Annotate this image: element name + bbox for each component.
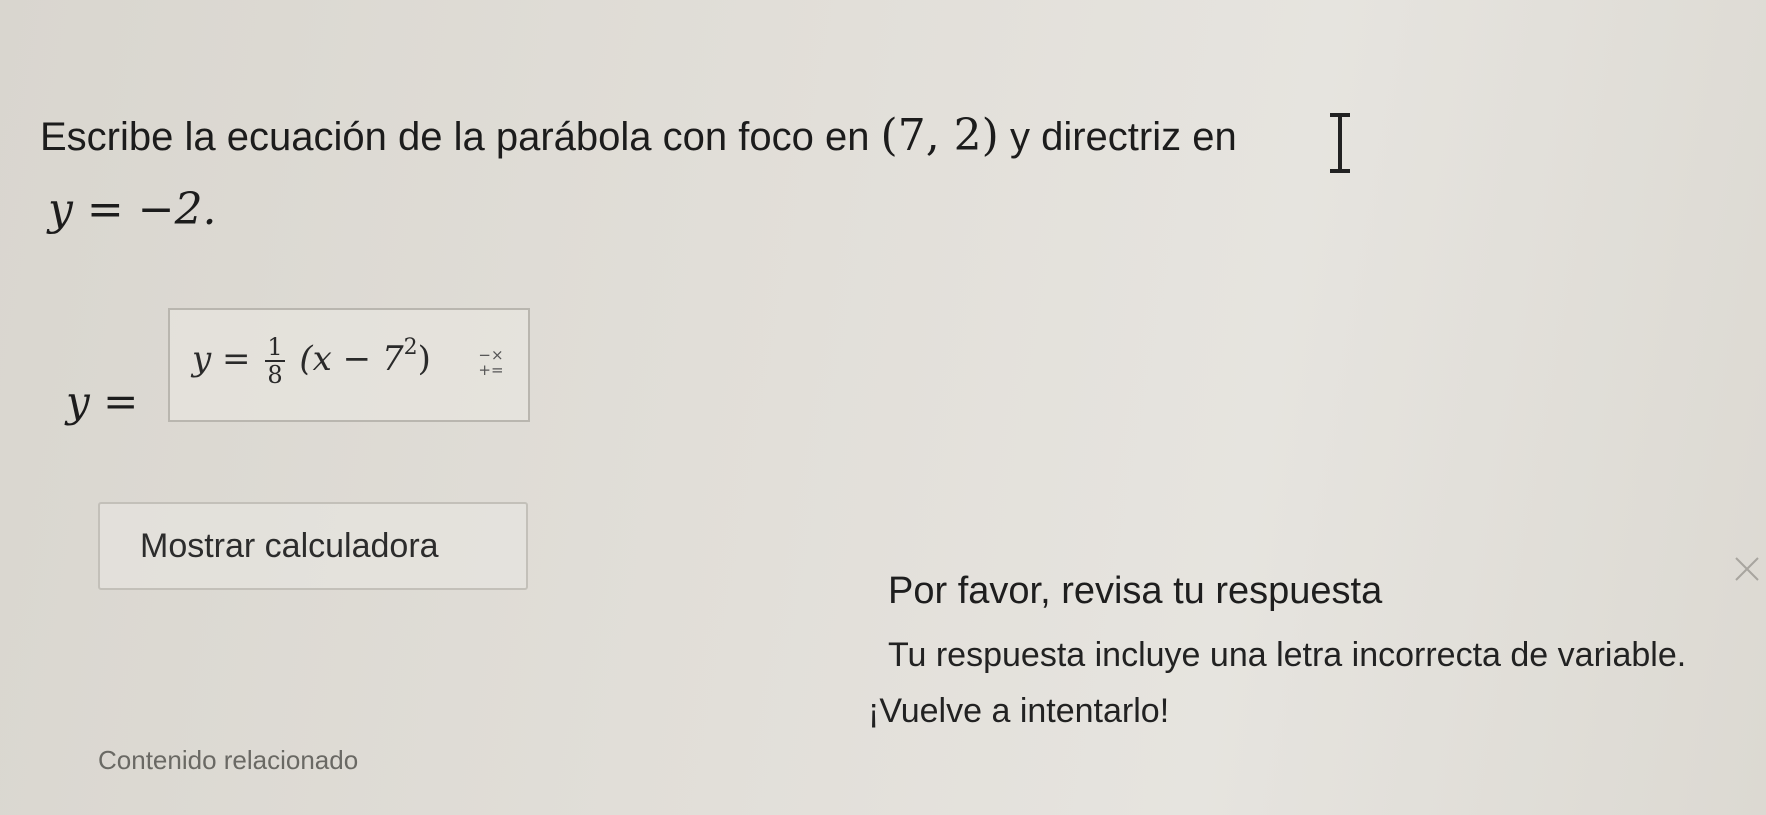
feedback-retry: ¡Vuelve a intentarlo! xyxy=(868,692,1170,730)
answer-input[interactable]: y = 1 8 (x − 72) −× += xyxy=(168,308,530,422)
show-calculator-button[interactable]: Mostrar calculadora xyxy=(98,502,528,590)
focus-point: (7, 2) xyxy=(880,110,999,161)
math-keypad-icon[interactable]: −× += xyxy=(476,348,506,384)
feedback-message: Tu respuesta incluye una letra incorrect… xyxy=(888,636,1687,674)
keypad-bottom-symbols: += xyxy=(478,361,504,379)
answer-fraction: 1 8 xyxy=(265,333,285,389)
answer-exponent: 2 xyxy=(403,335,418,360)
question-text: Escribe la ecuación de la parábola con f… xyxy=(40,112,1237,161)
fraction-numerator: 1 xyxy=(265,333,285,362)
related-content-link[interactable]: Contenido relacionado xyxy=(98,744,358,776)
answer-prefix: y = xyxy=(66,377,139,426)
question-text-before: Escribe la ecuación de la parábola con f… xyxy=(40,115,881,159)
feedback-title: Por favor, revisa tu respuesta xyxy=(888,570,1383,612)
answer-lhs: y = xyxy=(192,339,251,379)
fraction-denominator: 8 xyxy=(267,361,283,389)
text-cursor-icon xyxy=(1330,113,1350,173)
answer-expression[interactable]: y = 1 8 (x − 72) xyxy=(192,328,431,388)
answer-body: (x − 7 xyxy=(299,339,404,379)
close-icon[interactable] xyxy=(1732,554,1762,584)
question-text-after: y directriz en xyxy=(998,115,1237,159)
answer-close-paren: ) xyxy=(417,339,431,379)
directrix-equation: y = −2. xyxy=(48,184,217,235)
